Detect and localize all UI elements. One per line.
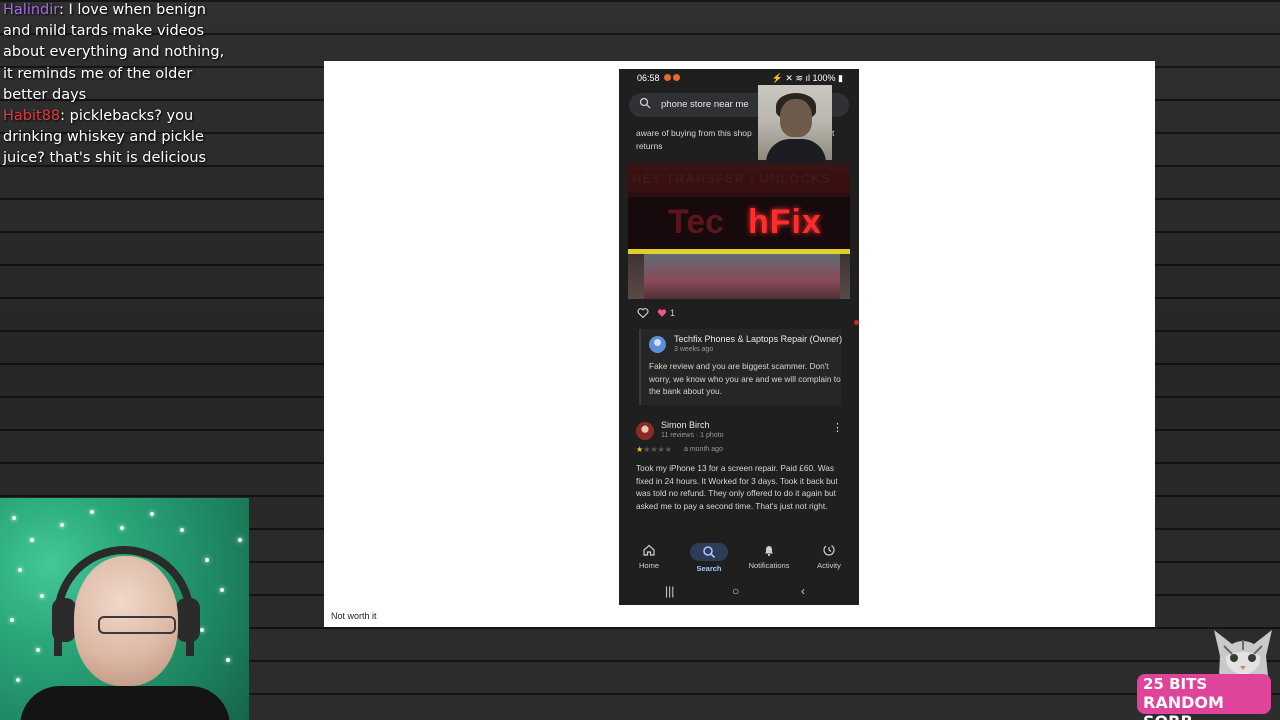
nav-notifications[interactable]: Notifications	[739, 543, 799, 570]
bell-icon	[765, 546, 773, 557]
reviewer-avatar[interactable]	[636, 422, 654, 440]
sign-text: hFix	[748, 203, 822, 241]
streamer-webcam	[0, 498, 249, 720]
status-time: 06:58	[637, 73, 660, 83]
reviewer-name[interactable]: Simon Birch	[661, 420, 710, 430]
nav-search-pill	[690, 543, 728, 561]
system-home-button[interactable]: ○	[732, 584, 739, 598]
star-rating: ★★★★★	[636, 445, 672, 454]
battery-text: 100%	[812, 73, 836, 83]
embedded-webcam	[758, 85, 832, 163]
bits-user: RANDOM SORB	[1143, 693, 1224, 720]
reviewer-meta: 11 reviews · 1 photo	[661, 432, 724, 439]
signal-icon: ⚡ ✕ ≋ ıl	[771, 73, 813, 83]
bottom-nav: Home Search Notifications Activity	[619, 539, 859, 579]
search-icon	[703, 546, 716, 559]
chat-message: Halindir: I love when benign and mild ta…	[3, 0, 233, 106]
chat-overlay: Halindir: I love when benign and mild ta…	[3, 0, 233, 170]
heart-filled-icon	[657, 309, 667, 317]
snippet-fragment: t	[832, 128, 835, 138]
like-count: 1	[670, 308, 676, 318]
status-right: ⚡ ✕ ≋ ıl 100% ▮	[772, 73, 843, 84]
system-nav-bar: ||| ○ ‹	[619, 579, 859, 605]
owner-reply-time: 3 weeks ago	[674, 346, 714, 353]
nav-activity[interactable]: Activity	[799, 543, 859, 570]
battery-icon: ▮	[835, 73, 843, 83]
storefront	[644, 254, 840, 299]
heart-outline-icon[interactable]	[637, 307, 649, 319]
photo-banner-text: NEY TRANSFER • UNLOCKS	[628, 171, 850, 191]
recents-button[interactable]: |||	[665, 584, 674, 598]
review-card: Simon Birch 11 reviews · 1 photo ⋮ ★★★★★…	[628, 411, 850, 541]
notification-dots	[664, 73, 684, 81]
nav-home-label: Home	[638, 561, 659, 570]
nav-search[interactable]: Search	[679, 543, 739, 573]
owner-avatar	[649, 336, 666, 353]
chat-message: Habit88: picklebacks? you drinking whisk…	[3, 106, 233, 170]
nav-notifications-label: Notifications	[748, 561, 790, 570]
review-text: Took my iPhone 13 for a screen repair. P…	[636, 463, 838, 512]
nav-search-label: Search	[696, 564, 722, 573]
sign-text-dim: Tec	[668, 203, 725, 241]
slide-caption: Not worth it	[331, 611, 377, 621]
activity-icon	[823, 544, 835, 556]
search-query[interactable]: phone store near me	[661, 99, 749, 110]
chat-username: Habit88	[3, 108, 61, 125]
owner-reply-text: Fake review and you are biggest scammer.…	[649, 361, 841, 396]
more-options-icon[interactable]: ⋮	[832, 421, 843, 434]
back-button[interactable]: ‹	[801, 584, 805, 598]
bits-amount: 25 BITS	[1143, 675, 1208, 693]
search-icon	[639, 97, 651, 109]
review-snippet: aware of buying from this shop returns t	[636, 127, 834, 153]
bits-alert: 25 BITS RANDOM SORB	[1137, 674, 1271, 720]
chat-username: Halindir	[3, 2, 59, 18]
phone-screenshot: 06:58 ⚡ ✕ ≋ ıl 100% ▮ phone store near m…	[619, 69, 859, 605]
nav-activity-label: Activity	[817, 561, 841, 570]
review-age: a month ago	[684, 446, 723, 453]
home-icon	[643, 544, 655, 556]
owner-name: Techfix Phones & Laptops Repair (Owner)	[674, 334, 843, 344]
review-photo[interactable]: NEY TRANSFER • UNLOCKS Tec hFix	[628, 163, 850, 299]
snippet-line: returns	[636, 141, 663, 151]
nav-home[interactable]: Home	[619, 543, 679, 570]
scroll-marker	[854, 320, 859, 325]
owner-reply: Techfix Phones & Laptops Repair (Owner) …	[639, 329, 843, 405]
snippet-line: aware of buying from this shop	[636, 128, 752, 138]
